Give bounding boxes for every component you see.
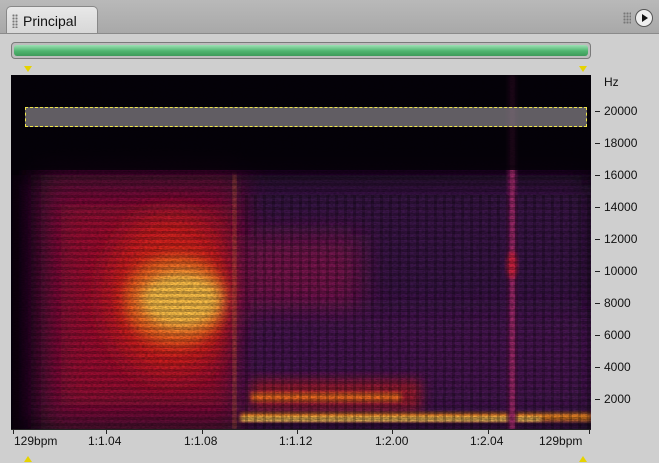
y-tick-label: 2000 [604, 392, 631, 406]
y-tick [595, 111, 600, 112]
scroll-thumb[interactable] [14, 45, 588, 56]
start-marker-bottom[interactable] [24, 456, 32, 462]
y-tick [595, 367, 600, 368]
panel-grip-icon [623, 12, 631, 24]
horizontal-scrollbar[interactable] [11, 42, 591, 59]
y-tick [595, 335, 600, 336]
y-tick [595, 143, 600, 144]
y-tick-label: 20000 [604, 104, 638, 118]
frequency-axis [591, 75, 659, 429]
x-tick-label: 1:2.04 [470, 434, 504, 448]
y-tick [595, 239, 600, 240]
x-tick-label: 1:2.00 [375, 434, 409, 448]
x-tick-label: 1:1.08 [184, 434, 218, 448]
tab-principal[interactable]: Principal [6, 6, 98, 35]
y-tick-label: 6000 [604, 328, 631, 342]
grip-icon [12, 14, 18, 28]
y-tick-label: 4000 [604, 360, 631, 374]
y-tick [595, 271, 600, 272]
y-tick-label: 14000 [604, 200, 638, 214]
y-tick-label: 8000 [604, 296, 631, 310]
frequency-selection[interactable] [25, 107, 587, 127]
panel-tab-bar: Principal [0, 0, 659, 35]
y-unit-label: Hz [604, 75, 619, 89]
y-tick [595, 399, 600, 400]
start-marker-top[interactable] [24, 66, 32, 72]
y-tick-label: 10000 [604, 264, 638, 278]
y-tick [595, 303, 600, 304]
tab-label: Principal [23, 13, 77, 29]
y-tick-label: 12000 [604, 232, 638, 246]
x-tick-label: 1:1.04 [88, 434, 122, 448]
spectrogram-image [11, 75, 591, 429]
x-tick [589, 429, 590, 434]
y-tick-label: 16000 [604, 168, 638, 182]
x-tick-label: 1:1.12 [279, 434, 313, 448]
y-tick-label: 18000 [604, 136, 638, 150]
y-tick [595, 175, 600, 176]
x-tick-label: 129bpm [539, 434, 583, 448]
y-tick [595, 207, 600, 208]
end-marker-bottom[interactable] [579, 456, 587, 462]
spectrogram-view[interactable] [11, 75, 591, 429]
x-tick-label: 129bpm [14, 434, 58, 448]
panel-menu-button[interactable] [635, 9, 653, 27]
end-marker-top[interactable] [579, 66, 587, 72]
